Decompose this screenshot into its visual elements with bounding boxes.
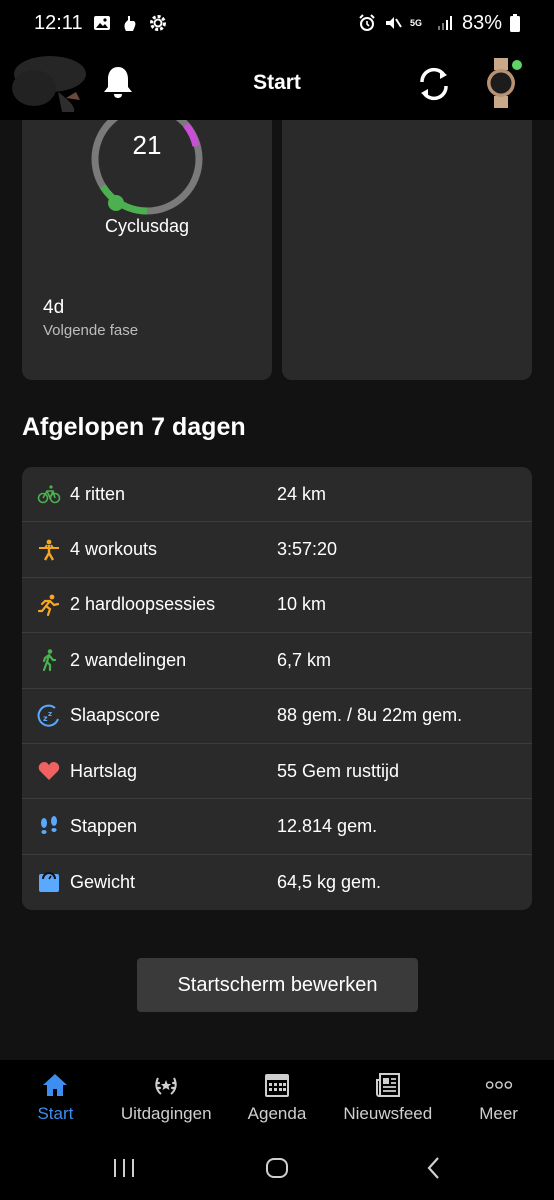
nav-label: Uitdagingen: [120, 1104, 212, 1123]
watch-device-icon[interactable]: [480, 58, 524, 108]
stat-row-rides[interactable]: 4 ritten 24 km: [22, 467, 532, 523]
system-nav-bar: [0, 1136, 554, 1200]
scale-icon: [36, 869, 62, 895]
running-icon: [36, 592, 62, 618]
stat-label: 2 hardloopsessies: [70, 594, 216, 615]
edit-homescreen-button[interactable]: Startscherm bewerken: [137, 958, 418, 1012]
stats-list: 4 ritten 24 km 4 workouts 3:57:20 2 hard…: [22, 467, 532, 911]
sync-icon[interactable]: [414, 64, 454, 104]
stat-value: 6,7 km: [277, 649, 332, 670]
nav-item-start[interactable]: Start: [0, 1060, 111, 1136]
stat-value: 24 km: [277, 483, 327, 504]
nav-label: Start: [37, 1104, 74, 1123]
stat-value: 10 km: [277, 594, 327, 615]
gallery-icon: [93, 14, 111, 32]
cycle-day-label: Cyclusdag: [104, 216, 190, 236]
stat-label: Slaapscore: [70, 705, 161, 726]
stat-row-workouts[interactable]: 4 workouts 3:57:20: [22, 522, 532, 578]
status-left: 12:11: [34, 12, 167, 35]
nav-label: Agenda: [247, 1104, 307, 1123]
next-phase-days: 4d: [43, 297, 65, 318]
mute-icon: [384, 14, 402, 32]
walking-icon: [36, 647, 62, 673]
stat-value: 64,5 kg gem.: [277, 871, 382, 892]
alarm-icon: [358, 14, 376, 32]
svg-text:z: z: [48, 710, 52, 718]
nav-item-newsfeed[interactable]: Nieuwsfeed: [332, 1060, 443, 1136]
home-button-icon[interactable]: [263, 1154, 291, 1182]
cycle-card[interactable]: 21 Cyclusdag 4d Volgende fase: [22, 120, 272, 380]
nav-item-challenges[interactable]: Uitdagingen: [111, 1060, 222, 1136]
battery-icon: [510, 14, 520, 32]
empty-card[interactable]: [282, 120, 532, 380]
nav-item-more[interactable]: Meer: [443, 1060, 554, 1136]
main-content: 21 Cyclusdag 4d Volgende fase Afgelopen …: [0, 120, 554, 1060]
settings-gear-icon: [149, 14, 167, 32]
hand-icon: [121, 14, 139, 32]
heart-icon: [36, 758, 62, 784]
signal-icon: [436, 14, 454, 32]
stat-row-heart[interactable]: Hartslag 55 Gem rusttijd: [22, 744, 532, 800]
notifications-bell-icon[interactable]: [100, 64, 136, 100]
page-title: Start: [253, 71, 301, 94]
workout-icon: [36, 537, 62, 563]
status-time: 12:11: [34, 11, 83, 34]
stat-value: 12.814 gem.: [277, 816, 378, 837]
footsteps-icon: [36, 814, 62, 840]
section-title: Afgelopen 7 dagen: [22, 413, 246, 441]
stat-label: 4 ritten: [70, 483, 126, 504]
bike-icon: [36, 481, 62, 507]
nav-item-calendar[interactable]: Agenda: [222, 1060, 333, 1136]
stat-label: Hartslag: [70, 760, 138, 781]
back-icon[interactable]: [420, 1154, 448, 1182]
more-icon: [485, 1072, 513, 1098]
recent-apps-icon[interactable]: [110, 1154, 138, 1182]
stat-label: 4 workouts: [70, 539, 158, 560]
network-5g-icon: 5G: [409, 18, 422, 28]
status-right: 5G 83%: [358, 12, 520, 35]
nav-label: Nieuwsfeed: [343, 1104, 433, 1123]
nav-label: Meer: [479, 1104, 518, 1123]
app-bar: Start: [0, 46, 554, 120]
stat-row-steps[interactable]: Stappen 12.814 gem.: [22, 799, 532, 855]
next-phase-caption: Volgende fase: [43, 322, 139, 339]
battery-percent: 83%: [461, 11, 502, 34]
sleep-icon: zz: [36, 703, 62, 729]
stat-value: 55 Gem rusttijd: [277, 760, 400, 781]
home-icon: [41, 1072, 69, 1098]
stat-row-running[interactable]: 2 hardloopsessies 10 km: [22, 578, 532, 634]
status-bar: 12:11 5G 83%: [0, 0, 554, 46]
stat-row-walking[interactable]: 2 wandelingen 6,7 km: [22, 633, 532, 689]
stat-label: Gewicht: [70, 871, 136, 892]
avatar[interactable]: [6, 52, 86, 114]
stat-row-weight[interactable]: Gewicht 64,5 kg gem.: [22, 855, 532, 910]
stat-row-sleep[interactable]: zz Slaapscore 88 gem. / 8u 22m gem.: [22, 689, 532, 744]
bottom-nav: Start Uitdagingen Agenda Nieuwsfeed Meer: [0, 1060, 554, 1136]
newsfeed-icon: [374, 1072, 402, 1098]
laurel-icon: [152, 1072, 180, 1098]
stat-label: Stappen: [70, 816, 138, 837]
stat-value: 88 gem. / 8u 22m gem.: [277, 705, 463, 726]
calendar-icon: [263, 1072, 291, 1098]
stat-label: 2 wandelingen: [70, 649, 187, 670]
stat-value: 3:57:20: [277, 539, 338, 560]
cycle-day-number: 21: [132, 130, 162, 160]
